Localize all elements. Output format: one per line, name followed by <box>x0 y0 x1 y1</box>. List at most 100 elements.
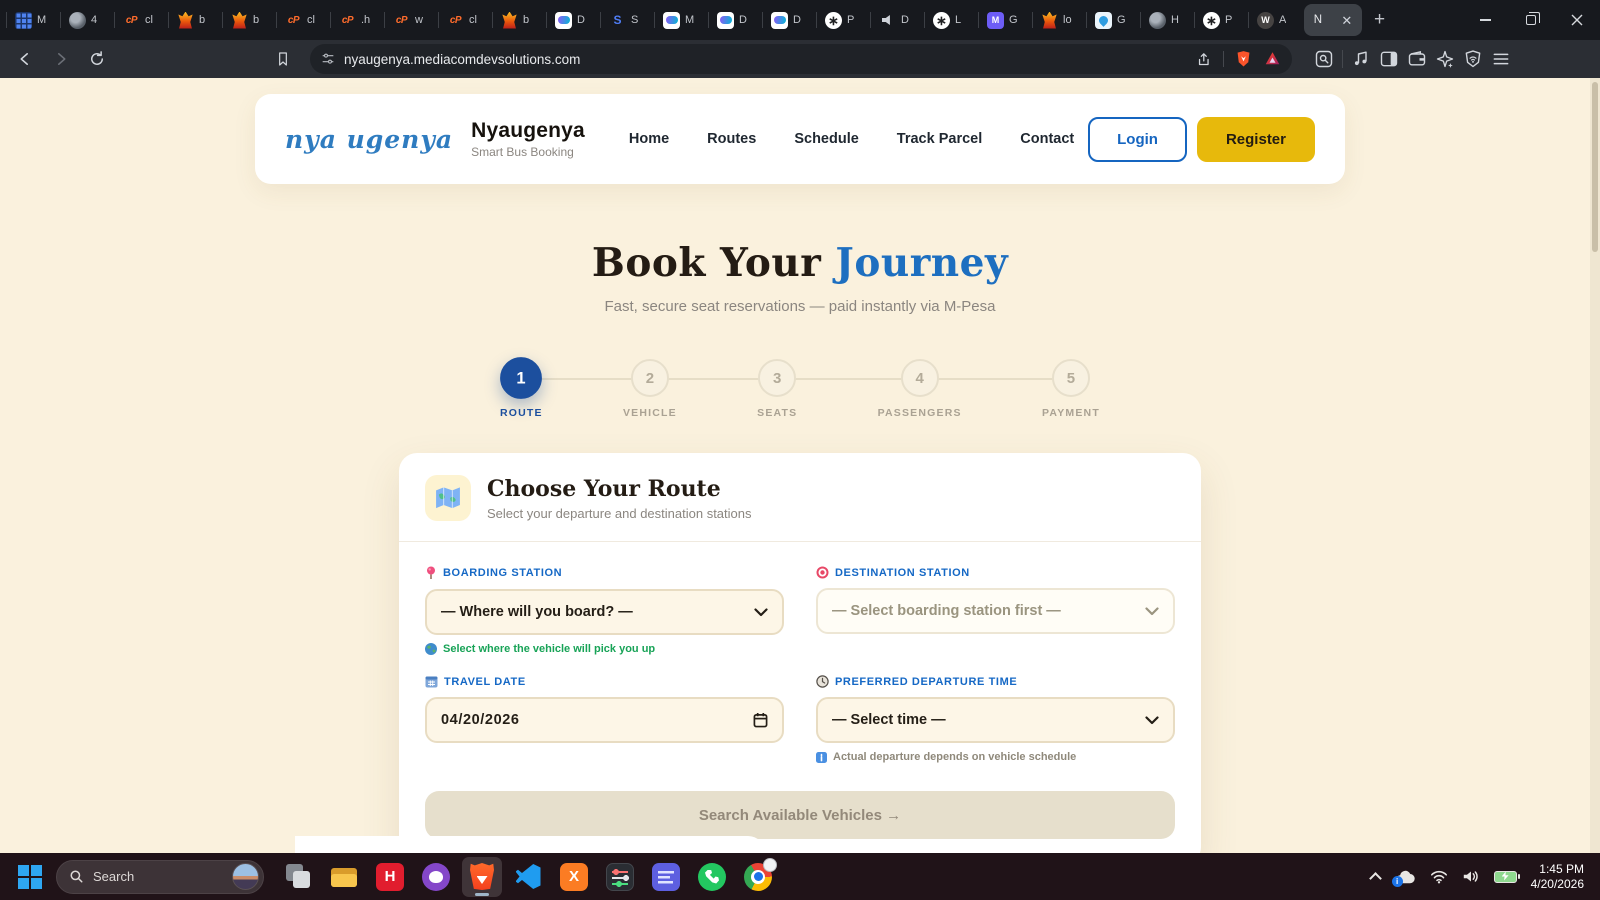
wallet-icon[interactable] <box>1407 49 1427 69</box>
browser-tab[interactable]: P <box>1194 3 1248 37</box>
volume-icon[interactable] <box>1462 869 1480 884</box>
browser-tab[interactable]: P <box>816 3 870 37</box>
travel-date-input[interactable]: 04/20/2026 <box>425 697 784 743</box>
url-text[interactable]: nyaugenya.mediacomdevsolutions.com <box>344 52 1188 67</box>
taskbar-app-button[interactable] <box>324 857 364 897</box>
taskbar-app-button[interactable] <box>600 857 640 897</box>
browser-tab-active[interactable]: N ✕ <box>1304 4 1362 36</box>
start-button[interactable] <box>10 858 48 896</box>
destination-station-select[interactable]: — Select boarding station first — <box>816 588 1175 634</box>
taskbar-app-button[interactable] <box>508 857 548 897</box>
nav-link[interactable]: Routes <box>707 131 756 147</box>
taskbar-search[interactable]: Search <box>56 860 264 894</box>
browser-tab[interactable]: b <box>492 3 546 37</box>
media-icon[interactable] <box>1351 49 1371 69</box>
nav-link[interactable]: Schedule <box>794 131 858 147</box>
browser-tab[interactable]: A <box>1248 3 1302 37</box>
nav-link[interactable]: Home <box>629 131 669 147</box>
wifi-icon[interactable] <box>1430 870 1448 884</box>
nav-link[interactable]: Track Parcel <box>897 131 982 147</box>
browser-tab[interactable]: cl <box>438 3 492 37</box>
brave-rewards-icon[interactable] <box>1263 50 1282 68</box>
browser-tab[interactable]: L <box>924 3 978 37</box>
taskbar-app-button[interactable] <box>278 857 318 897</box>
vpn-icon[interactable] <box>1463 49 1483 69</box>
browser-tab[interactable]: G <box>1086 3 1140 37</box>
site-settings-icon[interactable] <box>320 51 336 67</box>
globe-icon <box>425 643 437 655</box>
browser-tab[interactable]: D <box>762 3 816 37</box>
register-button[interactable]: Register <box>1197 117 1315 162</box>
stepper-step[interactable]: 3 SEATS <box>757 359 797 419</box>
taskbar-app-button[interactable] <box>554 857 594 897</box>
browser-tab[interactable]: cl <box>276 3 330 37</box>
taskbar-clock[interactable]: 1:45 PM 4/20/2026 <box>1531 862 1584 892</box>
hidden-icons-chevron[interactable] <box>1371 870 1380 883</box>
search-vehicles-button[interactable]: Search Available Vehicles → <box>425 791 1175 839</box>
browser-tab[interactable]: D <box>708 3 762 37</box>
taskbar-app-button[interactable] <box>646 857 686 897</box>
new-tab-button[interactable]: + <box>1374 9 1385 31</box>
battery-icon[interactable] <box>1494 871 1517 883</box>
share-icon[interactable] <box>1196 51 1213 68</box>
scrollbar-thumb[interactable] <box>1592 82 1598 252</box>
taskbar-app-button[interactable] <box>692 857 732 897</box>
browser-tab[interactable]: b <box>168 3 222 37</box>
tab-favicon-icon <box>123 12 140 29</box>
departure-time-select[interactable]: — Select time — <box>816 697 1175 743</box>
search-highlight-image[interactable] <box>232 863 259 890</box>
menu-icon[interactable] <box>1491 49 1511 69</box>
taskbar-app-button[interactable] <box>738 857 778 897</box>
window-minimize-button[interactable] <box>1462 0 1508 40</box>
browser-tab[interactable]: w <box>384 3 438 37</box>
browser-tab[interactable]: .h <box>330 3 384 37</box>
browser-tab[interactable]: 4 <box>60 3 114 37</box>
page-scrollbar[interactable] <box>1590 78 1600 853</box>
taskbar-app-button[interactable] <box>462 857 502 897</box>
sidebar-icon[interactable] <box>1379 49 1399 69</box>
browser-tab[interactable]: D <box>546 3 600 37</box>
brand-logo: nya ugenya <box>285 125 453 154</box>
onedrive-icon[interactable]: i <box>1394 869 1416 885</box>
window-close-button[interactable] <box>1554 0 1600 40</box>
stepper-step[interactable]: 1 ROUTE <box>500 359 543 419</box>
taskbar-app-button[interactable] <box>416 857 456 897</box>
browser-toolbar: nyaugenya.mediacomdevsolutions.com <box>0 40 1600 78</box>
date-picker-icon[interactable] <box>753 712 768 728</box>
browser-tab[interactable]: G <box>978 3 1032 37</box>
boarding-station-select[interactable]: — Where will you board? — <box>425 589 784 635</box>
brand[interactable]: nya ugenya Nyaugenya Smart Bus Booking <box>285 119 615 159</box>
browser-tab[interactable]: H <box>1140 3 1194 37</box>
tab-favicon-icon <box>1257 12 1274 29</box>
search-tab-icon[interactable] <box>1314 49 1334 69</box>
nav-link[interactable]: Contact <box>1020 131 1074 147</box>
tab-title: cl <box>145 14 153 26</box>
browser-tab[interactable]: S <box>600 3 654 37</box>
tab-list: M 4 cl b b cl <box>6 0 1302 40</box>
browser-tab[interactable]: D <box>870 3 924 37</box>
bookmarks-button[interactable] <box>268 44 298 74</box>
window-restore-button[interactable] <box>1508 0 1554 40</box>
login-button[interactable]: Login <box>1088 117 1187 162</box>
forward-button[interactable] <box>46 44 76 74</box>
taskbar-app-icon <box>560 863 588 891</box>
auth-buttons: Login Register <box>1088 117 1315 162</box>
leo-ai-icon[interactable] <box>1435 49 1455 69</box>
browser-tab[interactable]: b <box>222 3 276 37</box>
tab-close-icon[interactable]: ✕ <box>1341 14 1352 27</box>
browser-tab[interactable]: lo <box>1032 3 1086 37</box>
brave-shields-icon[interactable] <box>1234 49 1253 69</box>
tab-title: N <box>1314 14 1322 26</box>
stepper-step[interactable]: 5 PAYMENT <box>1042 359 1100 419</box>
reload-button[interactable] <box>82 44 112 74</box>
page-viewport: nya ugenya Nyaugenya Smart Bus Booking H… <box>0 78 1600 853</box>
tab-title: M <box>37 14 46 26</box>
browser-tab[interactable]: M <box>6 3 60 37</box>
stepper-step[interactable]: 2 VEHICLE <box>623 359 677 419</box>
back-button[interactable] <box>10 44 40 74</box>
browser-tab[interactable]: cl <box>114 3 168 37</box>
taskbar-app-button[interactable] <box>370 857 410 897</box>
browser-tab[interactable]: M <box>654 3 708 37</box>
address-bar[interactable]: nyaugenya.mediacomdevsolutions.com <box>310 44 1292 74</box>
stepper-step[interactable]: 4 PASSENGERS <box>878 359 962 419</box>
